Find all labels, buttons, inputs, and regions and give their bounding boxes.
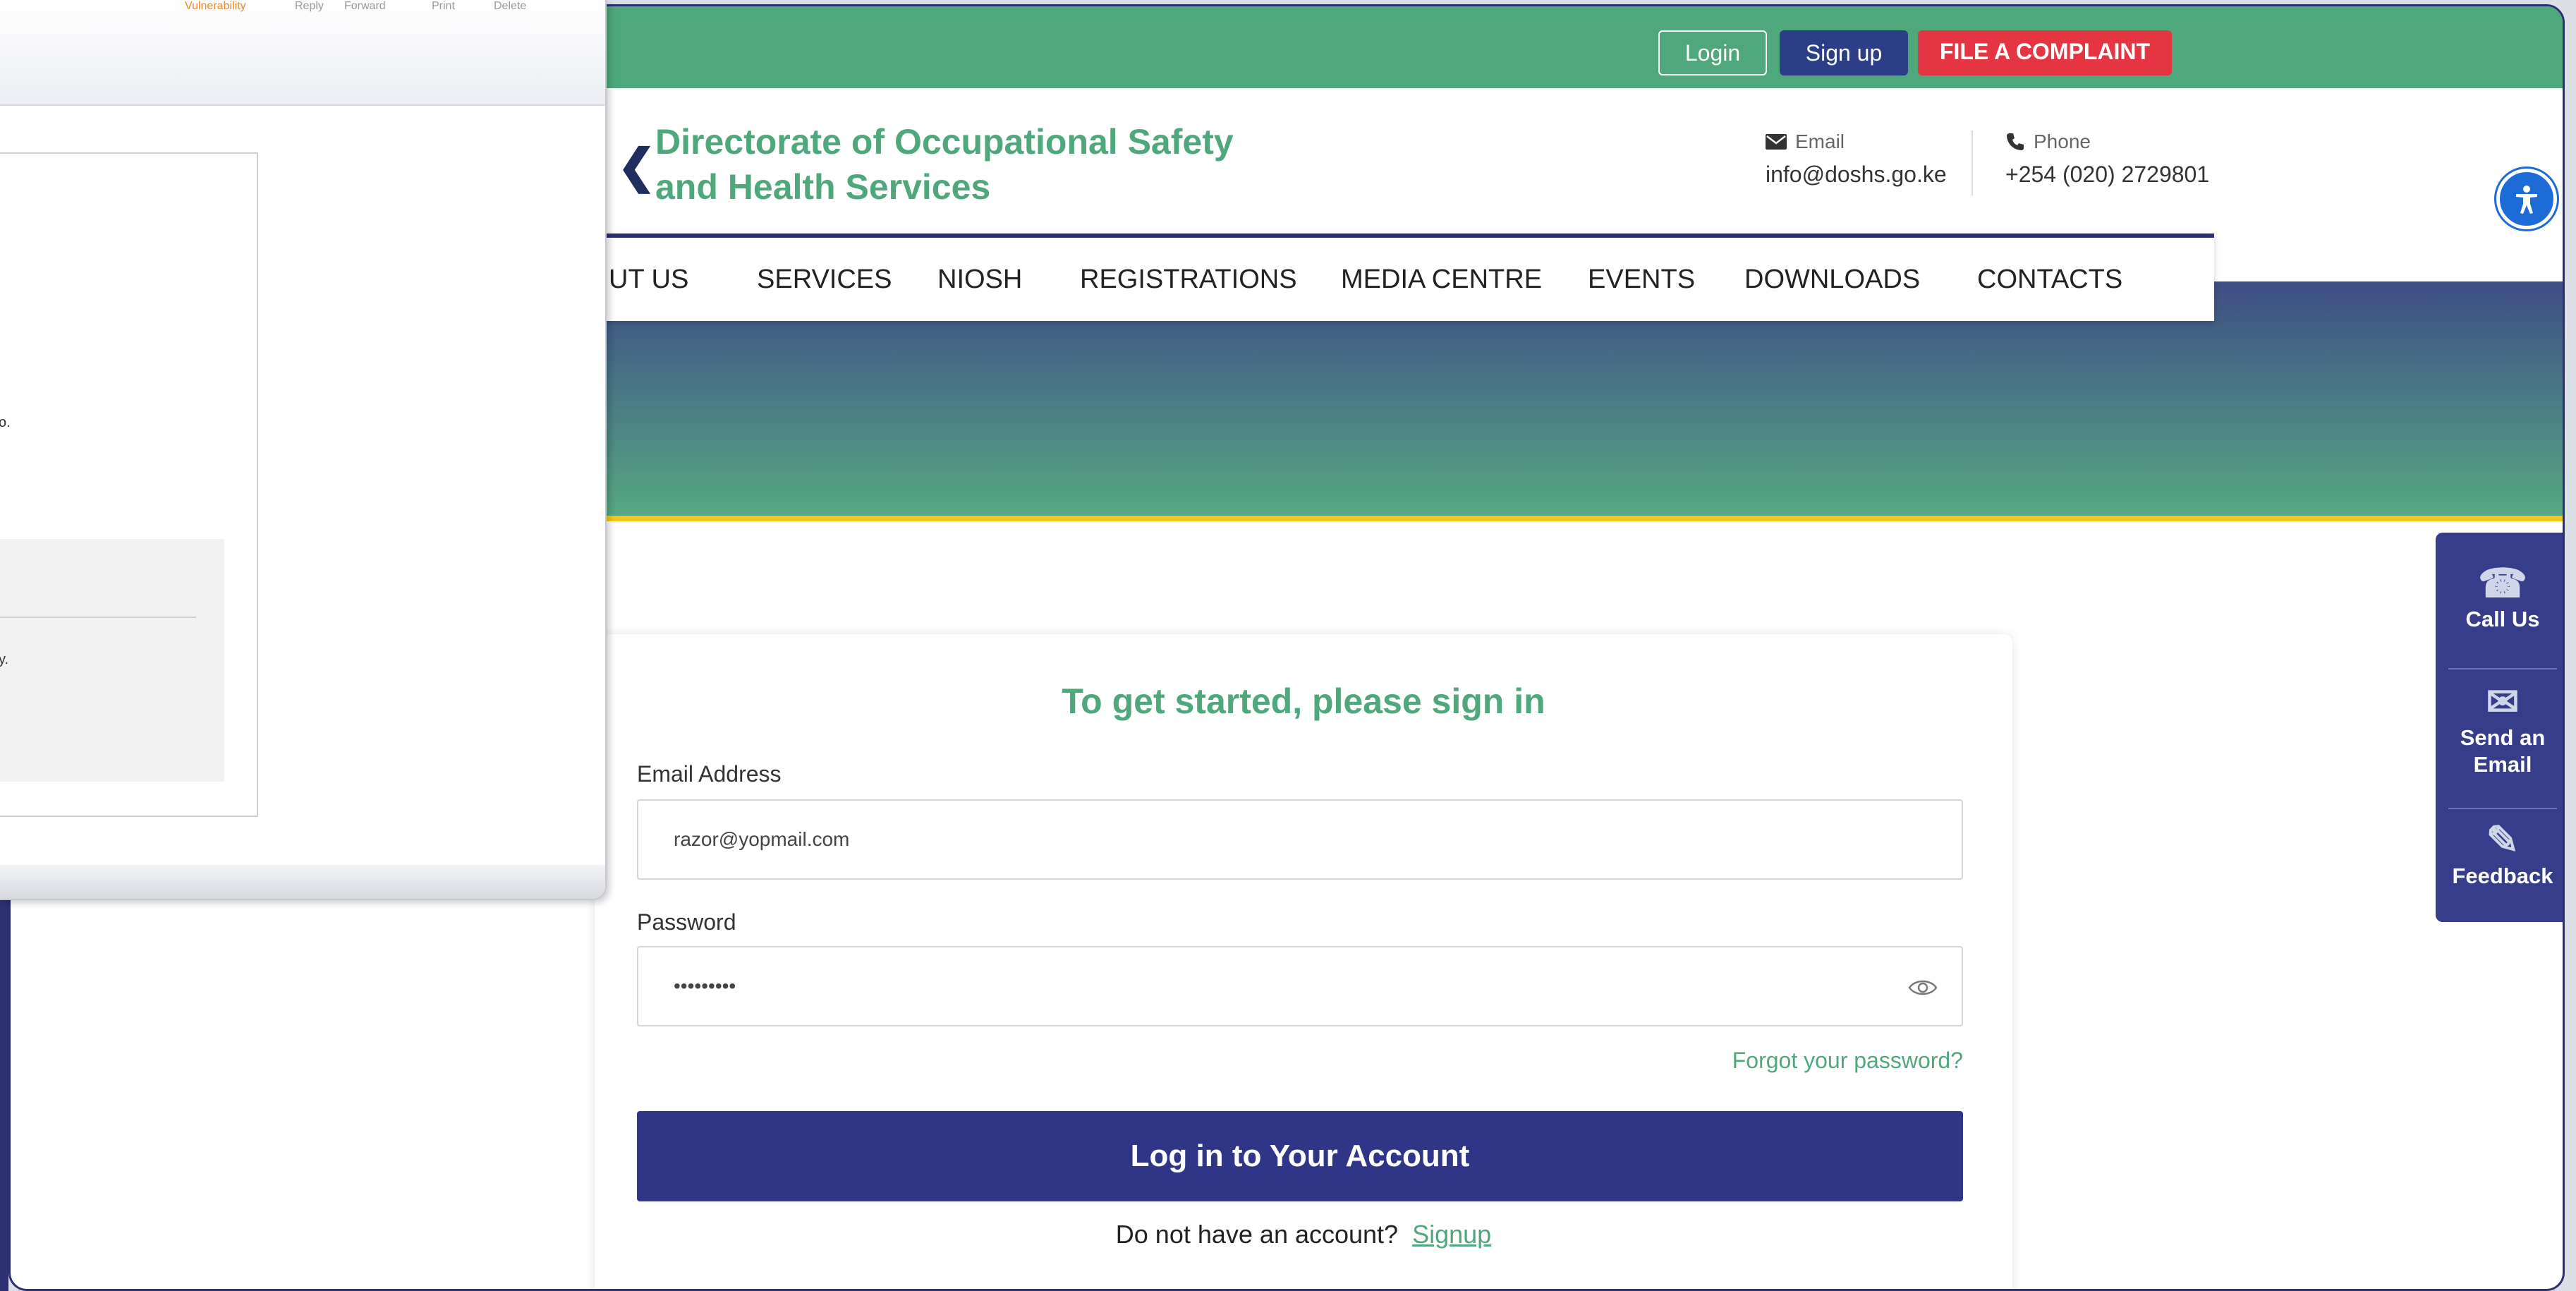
org-name-line1: Directorate of Occupational Safety (655, 122, 1234, 162)
org-name-line2: and Health Services (655, 167, 991, 207)
password-field-label: Password (637, 909, 736, 935)
call-us-label: Call Us (2465, 607, 2540, 631)
nav-niosh[interactable]: NIOSH (937, 265, 1022, 295)
forgot-password-link[interactable]: Forgot your password? (1732, 1048, 1963, 1074)
email-field[interactable]: razor@yopmail.com (637, 799, 1963, 880)
signup-link[interactable]: Signup (1412, 1220, 1491, 1249)
email-text-fragment: y. (0, 652, 9, 667)
logo-icon[interactable]: ❮ (617, 139, 656, 193)
password-field[interactable]: ••••••••• (637, 946, 1963, 1026)
nav-media-centre[interactable]: MEDIA CENTRE (1341, 265, 1542, 295)
signup-button[interactable]: Sign up (1780, 30, 1908, 75)
call-us-button[interactable]: ☎ Call Us (2436, 561, 2563, 633)
email-client-window: Vulnerability Reply Forward Print Delete… (0, 0, 607, 900)
forward-button[interactable]: Forward (344, 0, 386, 13)
login-submit-button[interactable]: Log in to Your Account (637, 1111, 1963, 1201)
login-card: To get started, please sign in Email Add… (595, 634, 2012, 1289)
accessibility-figure-icon (2516, 186, 2537, 214)
nav-about-us[interactable]: UT US (609, 265, 688, 295)
organization-name[interactable]: Directorate of Occupational Safety and H… (655, 119, 1290, 210)
delete-button[interactable]: Delete (494, 0, 526, 13)
file-complaint-button[interactable]: FILE A COMPLAINT (1918, 30, 2172, 75)
phone-contact: Phone +254 (020) 2729801 (2005, 131, 2209, 188)
accessibility-icon[interactable] (2496, 169, 2557, 229)
desktop-background-strip (0, 896, 8, 1291)
vulnerability-tag[interactable]: Vulnerability (185, 0, 246, 13)
feedback-button[interactable]: ✎ Feedback (2436, 818, 2563, 890)
nav-contacts[interactable]: CONTACTS (1977, 265, 2122, 295)
login-button[interactable]: Login (1658, 30, 1767, 75)
send-email-button[interactable]: ✉ Send an Email (2436, 679, 2563, 778)
send-email-label-2: Email (2473, 752, 2532, 777)
contact-divider (1972, 131, 1973, 195)
envelope-icon (1766, 134, 1787, 150)
reply-button[interactable]: Reply (295, 0, 324, 13)
email-window-bottom-bar (0, 865, 605, 899)
send-email-label-1: Send an (2460, 725, 2546, 750)
feedback-icon: ✎ (2486, 818, 2520, 862)
nav-events[interactable]: EVENTS (1588, 265, 1695, 295)
email-field-label: Email Address (637, 761, 782, 787)
email-body-panel: o. y. (0, 152, 258, 817)
email-text-fragment: o. (0, 415, 11, 430)
feedback-label: Feedback (2452, 863, 2553, 888)
print-button[interactable]: Print (432, 0, 455, 13)
email-toolbar: Vulnerability Reply Forward Print Delete (0, 0, 605, 106)
side-divider (2448, 808, 2557, 809)
call-icon: ☎ (2478, 561, 2527, 605)
nav-downloads[interactable]: DOWNLOADS (1744, 265, 1920, 295)
signup-prompt: Do not have an account? Signup (595, 1220, 2012, 1249)
login-title: To get started, please sign in (1062, 681, 1545, 721)
phone-contact-value[interactable]: +254 (020) 2729801 (2005, 162, 2209, 188)
email-contact-label: Email (1795, 131, 1845, 152)
password-value: ••••••••• (674, 975, 736, 997)
email-quote-block: y. (0, 539, 224, 782)
mail-icon: ✉ (2486, 679, 2520, 724)
no-account-text: Do not have an account? (1115, 1220, 1399, 1249)
email-contact: Email info@doshs.go.ke (1766, 131, 1947, 188)
nav-registrations[interactable]: REGISTRATIONS (1080, 265, 1297, 295)
quote-divider (0, 617, 196, 618)
show-password-eye-icon[interactable] (1908, 973, 1938, 1002)
phone-icon (2007, 133, 2024, 150)
nav-services[interactable]: SERVICES (757, 265, 892, 295)
phone-contact-label: Phone (2034, 131, 2091, 152)
side-divider (2448, 668, 2557, 669)
email-contact-value[interactable]: info@doshs.go.ke (1766, 162, 1947, 188)
contact-side-widget: ☎ Call Us ✉ Send an Email ✎ Feedback (2436, 533, 2563, 922)
